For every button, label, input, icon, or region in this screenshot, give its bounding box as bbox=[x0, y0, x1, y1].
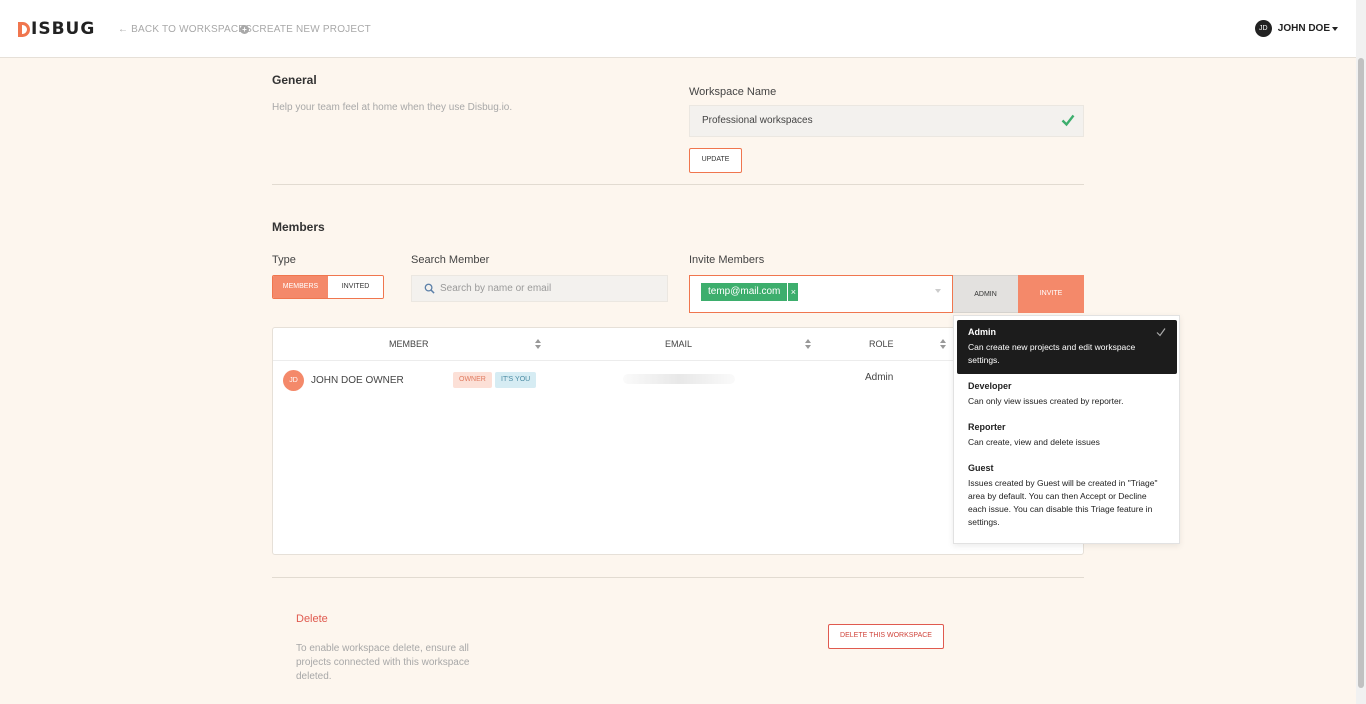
sort-icon[interactable] bbox=[940, 339, 946, 349]
logo-mark-icon bbox=[18, 21, 30, 37]
email-tag-text: temp@mail.com bbox=[708, 286, 781, 297]
plus-circle-icon: + bbox=[240, 25, 249, 34]
section-divider bbox=[272, 577, 1084, 578]
scrollbar-thumb[interactable] bbox=[1358, 58, 1364, 688]
role-option-admin[interactable]: Admin Can create new projects and edit w… bbox=[957, 320, 1177, 374]
members-tab[interactable]: MEMBERS bbox=[273, 276, 328, 298]
update-button[interactable]: UPDATE bbox=[689, 148, 742, 173]
check-icon bbox=[1156, 328, 1166, 337]
email-tag: temp@mail.com × bbox=[701, 283, 799, 301]
members-title: Members bbox=[272, 220, 325, 234]
create-new-project-label: CREATE NEW PROJECT bbox=[252, 24, 371, 35]
member-type-toggle: MEMBERS INVITED bbox=[272, 275, 384, 299]
member-role: Admin bbox=[865, 372, 894, 383]
role-option-developer[interactable]: Developer Can only view issues created b… bbox=[957, 374, 1177, 415]
column-email[interactable]: EMAIL bbox=[665, 339, 692, 349]
column-role[interactable]: ROLE bbox=[869, 339, 894, 349]
sort-icon[interactable] bbox=[535, 339, 541, 349]
page-scrollbar[interactable] bbox=[1356, 0, 1366, 704]
search-member-input[interactable]: Search by name or email bbox=[411, 275, 668, 302]
workspace-name-input[interactable]: Professional workspaces bbox=[689, 105, 1084, 137]
caret-down-icon bbox=[1332, 26, 1338, 31]
check-icon bbox=[1061, 114, 1075, 127]
invite-caret-icon[interactable] bbox=[935, 289, 941, 293]
user-name: JOHN DOE bbox=[1277, 23, 1330, 34]
role-option-title: Admin bbox=[968, 327, 996, 337]
owner-badge: OWNER bbox=[453, 372, 492, 388]
role-option-description: Can create, view and delete issues bbox=[968, 437, 1100, 447]
role-option-title: Reporter bbox=[968, 422, 1006, 432]
sort-icon[interactable] bbox=[805, 339, 811, 349]
member-avatar: JD bbox=[283, 370, 304, 391]
role-option-description: Can only view issues created by reporter… bbox=[968, 396, 1124, 406]
delete-title: Delete bbox=[296, 613, 328, 625]
role-dropdown-menu: Admin Can create new projects and edit w… bbox=[953, 315, 1180, 544]
disbug-logo[interactable]: ISBUG bbox=[18, 19, 95, 39]
top-navbar: ISBUG ← BACK TO WORKSPACES + CREATE NEW … bbox=[0, 0, 1356, 58]
role-option-description: Issues created by Guest will be created … bbox=[968, 478, 1158, 527]
section-divider bbox=[272, 184, 1084, 185]
delete-workspace-button[interactable]: DELETE THIS WORKSPACE bbox=[828, 624, 944, 649]
remove-tag-icon[interactable]: × bbox=[787, 283, 798, 301]
its-you-badge: IT'S YOU bbox=[495, 372, 537, 388]
invite-members-input[interactable]: temp@mail.com × bbox=[689, 275, 953, 313]
workspace-name-label: Workspace Name bbox=[689, 86, 777, 98]
create-new-project-link[interactable]: + CREATE NEW PROJECT bbox=[240, 24, 371, 35]
invite-button[interactable]: INVITE bbox=[1018, 275, 1084, 313]
member-name: JOHN DOE OWNER bbox=[311, 375, 404, 386]
role-option-title: Guest bbox=[968, 463, 994, 473]
search-member-label: Search Member bbox=[411, 254, 490, 266]
user-avatar: JD bbox=[1254, 20, 1272, 37]
general-title: General bbox=[272, 73, 317, 87]
search-placeholder: Search by name or email bbox=[440, 283, 552, 294]
invited-tab[interactable]: INVITED bbox=[328, 276, 383, 298]
role-option-description: Can create new projects and edit workspa… bbox=[968, 342, 1136, 365]
logo-text: ISBUG bbox=[31, 19, 96, 39]
general-description: Help your team feel at home when they us… bbox=[272, 102, 513, 113]
type-label: Type bbox=[272, 254, 296, 266]
search-icon bbox=[424, 283, 435, 294]
role-select-button[interactable]: ADMIN bbox=[953, 275, 1018, 313]
role-option-reporter[interactable]: Reporter Can create, view and delete iss… bbox=[957, 415, 1177, 456]
role-option-guest[interactable]: Guest Issues created by Guest will be cr… bbox=[957, 456, 1177, 536]
column-member[interactable]: MEMBER bbox=[389, 339, 429, 349]
invite-members-label: Invite Members bbox=[689, 254, 765, 266]
back-to-workspaces-link[interactable]: ← BACK TO WORKSPACES bbox=[118, 24, 252, 35]
back-to-workspaces-label: ← BACK TO WORKSPACES bbox=[118, 24, 253, 35]
workspace-name-value: Professional workspaces bbox=[702, 115, 813, 126]
role-option-title: Developer bbox=[968, 381, 1012, 391]
delete-description: To enable workspace delete, ensure all p… bbox=[296, 643, 470, 682]
member-email-redacted bbox=[623, 374, 735, 384]
user-menu[interactable]: JD JOHN DOE bbox=[1254, 20, 1338, 37]
